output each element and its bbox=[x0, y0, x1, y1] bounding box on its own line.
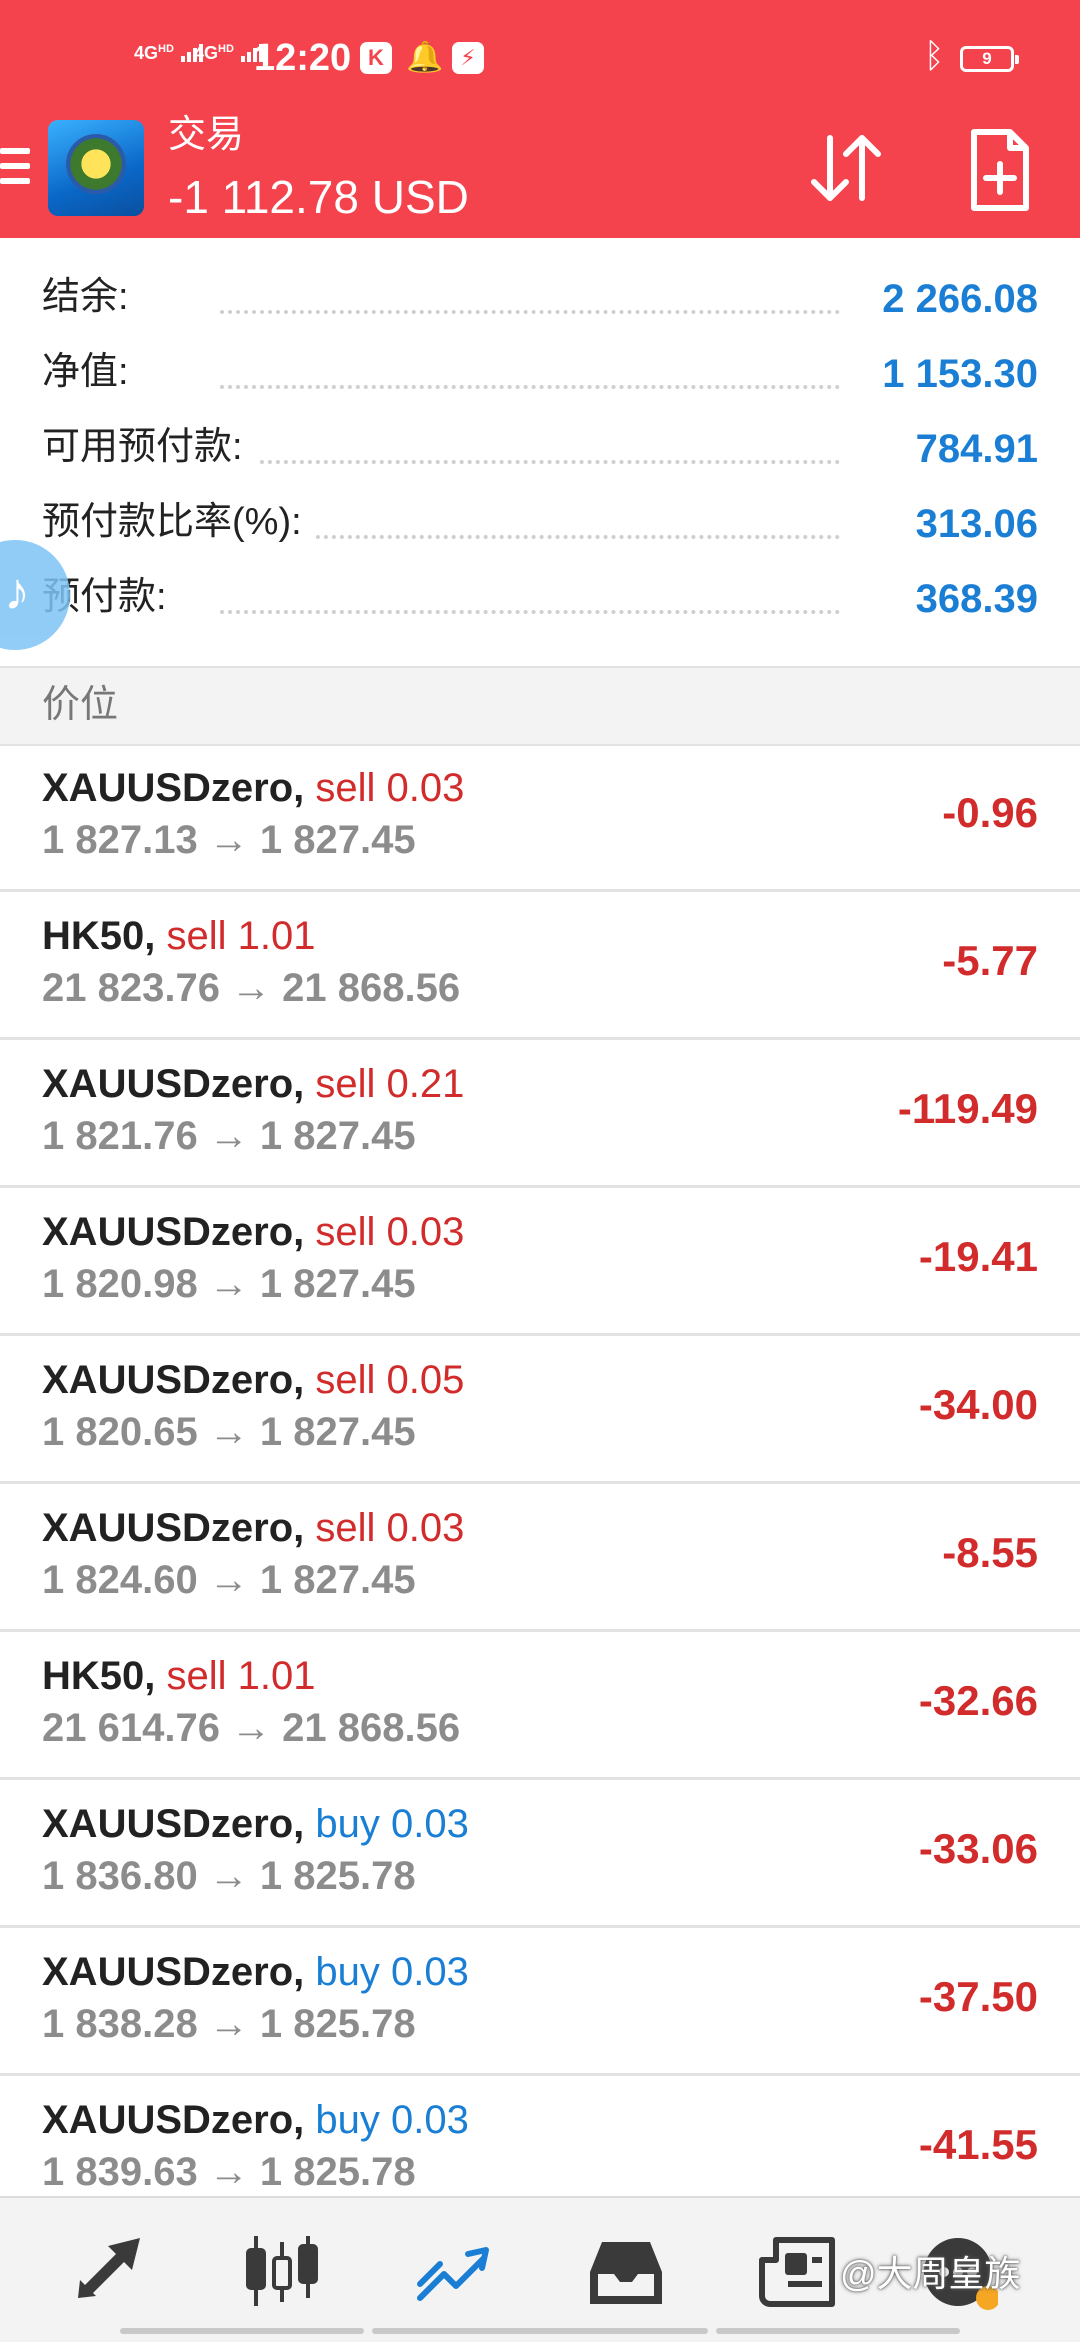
positions-section-header: 价位 bbox=[0, 666, 1080, 746]
nav-indicator bbox=[372, 2328, 708, 2334]
summary-row-margin-level: 预付款比率(%): 313.06 bbox=[0, 487, 1080, 562]
nav-chart[interactable] bbox=[242, 2232, 322, 2312]
nav-history[interactable] bbox=[586, 2232, 666, 2312]
nav-quotes[interactable] bbox=[70, 2232, 150, 2312]
position-row[interactable]: XAUUSDzero, sell 0.21 1 821.76 → 1 827.4… bbox=[0, 1040, 1080, 1188]
position-row[interactable]: XAUUSDzero, buy 0.03 1 838.28 → 1 825.78… bbox=[0, 1928, 1080, 2076]
summary-row-free-margin: 可用预付款: 784.91 bbox=[0, 412, 1080, 487]
nav-news[interactable] bbox=[758, 2232, 838, 2312]
status-time: 12:20 bbox=[254, 37, 352, 79]
music-note-icon: ♪ bbox=[4, 563, 30, 621]
summary-row-margin: 预付款: 368.39 bbox=[0, 562, 1080, 637]
battery-icon: 9 bbox=[960, 46, 1019, 72]
nav-trade[interactable] bbox=[414, 2232, 494, 2312]
account-summary: 结余: 2 266.08 净值: 1 153.30 可用预付款: 784.91 … bbox=[0, 262, 1080, 637]
position-row[interactable]: HK50, sell 1.01 21 823.76 → 21 868.56 -5… bbox=[0, 892, 1080, 1040]
news-icon bbox=[759, 2237, 835, 2307]
nav-indicator bbox=[716, 2328, 960, 2334]
position-row[interactable]: XAUUSDzero, sell 0.03 1 827.13 → 1 827.4… bbox=[0, 744, 1080, 892]
page-title: 交易 bbox=[168, 114, 245, 156]
new-order-icon[interactable] bbox=[968, 128, 1032, 212]
account-profit: -1 112.78 USD bbox=[168, 171, 469, 223]
position-row[interactable]: XAUUSDzero, sell 0.05 1 820.65 → 1 827.4… bbox=[0, 1336, 1080, 1484]
quotes-arrows-icon bbox=[78, 2238, 140, 2298]
position-row[interactable]: XAUUSDzero, sell 0.03 1 820.98 → 1 827.4… bbox=[0, 1188, 1080, 1336]
summary-row-balance: 结余: 2 266.08 bbox=[0, 262, 1080, 337]
watermark: @大周皇族 bbox=[840, 2253, 1021, 2294]
trade-trend-icon bbox=[417, 2247, 489, 2301]
chart-candles-icon bbox=[246, 2236, 318, 2306]
position-row[interactable]: HK50, sell 1.01 21 614.76 → 21 868.56 -3… bbox=[0, 1632, 1080, 1780]
header: 4GHD 4GHD 12:20 K 🔔 ⚡ ᛒ 9 交易 -1 112.78 U… bbox=[0, 0, 1080, 238]
bluetooth-icon: ᛒ bbox=[924, 37, 945, 75]
app-logo bbox=[48, 120, 144, 216]
positions-list: XAUUSDzero, sell 0.03 1 827.13 → 1 827.4… bbox=[0, 744, 1080, 2221]
flash-icon: ⚡ bbox=[452, 42, 484, 74]
position-row[interactable]: XAUUSDzero, sell 0.03 1 824.60 → 1 827.4… bbox=[0, 1484, 1080, 1632]
menu-icon[interactable] bbox=[0, 148, 30, 193]
summary-row-equity: 净值: 1 153.30 bbox=[0, 337, 1080, 412]
status-bar: 4GHD 4GHD 12:20 K 🔔 ⚡ ᛒ 9 bbox=[0, 0, 1080, 118]
sort-arrows-icon[interactable] bbox=[806, 128, 886, 208]
k-app-icon: K bbox=[360, 42, 392, 74]
bell-icon: 🔔 bbox=[406, 41, 444, 74]
nav-indicator bbox=[120, 2328, 364, 2334]
position-row[interactable]: XAUUSDzero, buy 0.03 1 836.80 → 1 825.78… bbox=[0, 1780, 1080, 1928]
history-inbox-icon bbox=[590, 2242, 662, 2304]
